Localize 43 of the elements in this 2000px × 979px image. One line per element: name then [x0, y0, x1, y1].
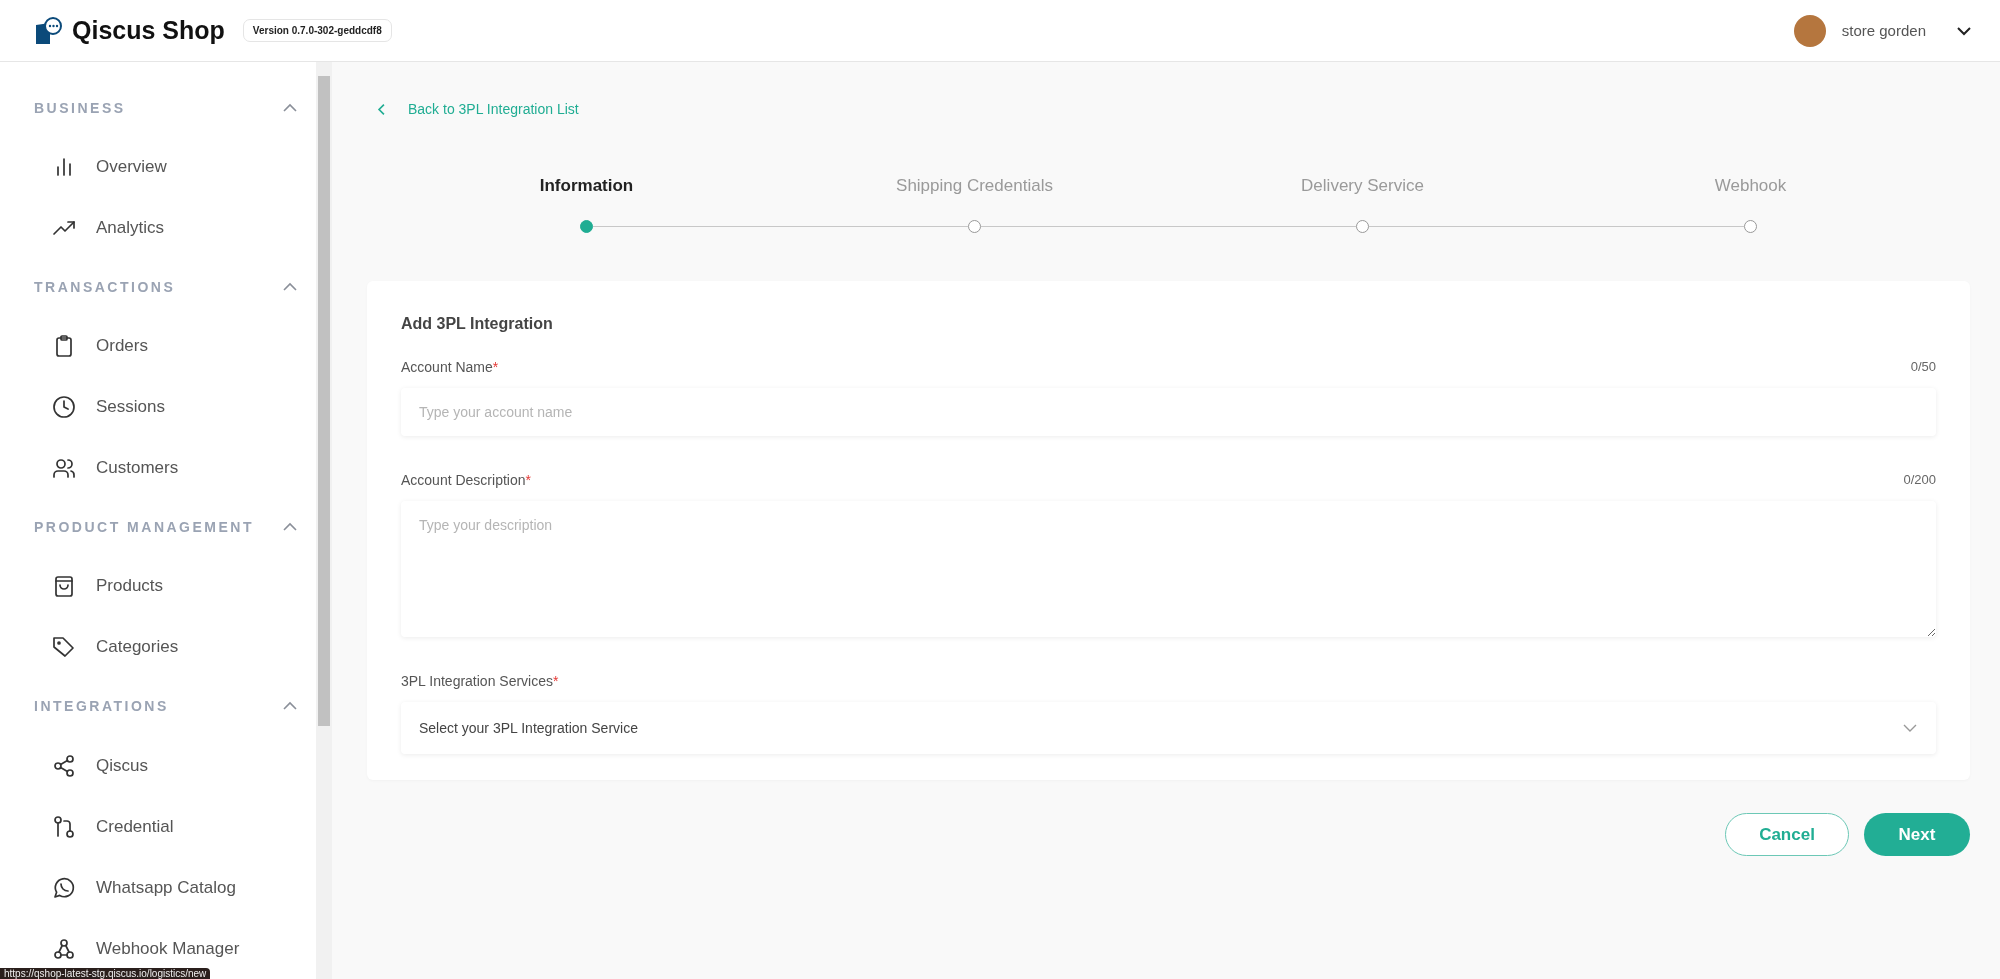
service-select[interactable]: Select your 3PL Integration Service	[401, 702, 1936, 754]
field-label: Account Name*	[401, 359, 499, 375]
section-heading: PRODUCT MANAGEMENT	[34, 519, 255, 536]
account-name-input[interactable]: Type your account name	[401, 388, 1936, 436]
chat-bubble-phone-icon	[52, 875, 76, 900]
section-heading: BUSINESS	[34, 99, 127, 116]
clock-icon	[52, 395, 76, 419]
sidebar-item[interactable]: Orders	[0, 334, 316, 358]
version-badge: Version 0.7.0-302-geddcdf8	[242, 19, 392, 42]
scrollbar[interactable]	[316, 62, 332, 979]
users-icon	[52, 456, 76, 480]
character-counter: 0/50	[1910, 359, 1936, 375]
character-counter: 0/200	[1903, 472, 1936, 488]
section-heading: INTEGRATIONS	[34, 698, 170, 715]
shopping-bag-chat-logo-icon	[34, 15, 64, 46]
avatar-photo-placeholder	[1793, 14, 1826, 47]
form-title: Add 3PL Integration	[401, 315, 554, 333]
status-url: https://qshop-latest-stg.qiscus.io/logistics/new	[0, 968, 211, 979]
section-heading: TRANSACTIONS	[34, 278, 177, 295]
sidebar-item[interactable]: Analytics	[0, 215, 316, 240]
sidebar-item[interactable]: Qiscus	[0, 753, 316, 778]
step-label: Delivery Service	[1301, 176, 1424, 197]
webhook-icon	[52, 936, 76, 961]
branch-icon	[52, 814, 76, 839]
field-label: Account Description*	[401, 472, 531, 488]
sidebar-item[interactable]: Customers	[0, 456, 316, 480]
user-name: store gorden	[1841, 22, 1926, 39]
sidebar-item[interactable]: Categories	[0, 635, 316, 660]
shopping-bag-icon	[52, 574, 76, 599]
step-label: Webhook	[1714, 176, 1787, 197]
description-textarea[interactable]: Type your description	[401, 501, 1936, 637]
sidebar-item[interactable]: Products	[0, 574, 316, 599]
sidebar-item[interactable]: Sessions	[0, 395, 316, 419]
sidebar-item[interactable]: Credential	[0, 814, 316, 839]
brand-name: Qiscus Shop	[72, 16, 225, 45]
share-icon	[52, 753, 76, 778]
sidebar-item[interactable]: Whatsapp Catalog	[0, 875, 316, 900]
step-label: Shipping Credentials	[896, 176, 1053, 197]
step-label: Information	[539, 176, 634, 197]
sidebar-item[interactable]: Webhook Manager	[0, 936, 316, 961]
field-label: 3PL Integration Services*	[401, 673, 559, 689]
sidebar-item[interactable]: Overview	[0, 154, 316, 179]
tag-icon	[52, 635, 76, 660]
